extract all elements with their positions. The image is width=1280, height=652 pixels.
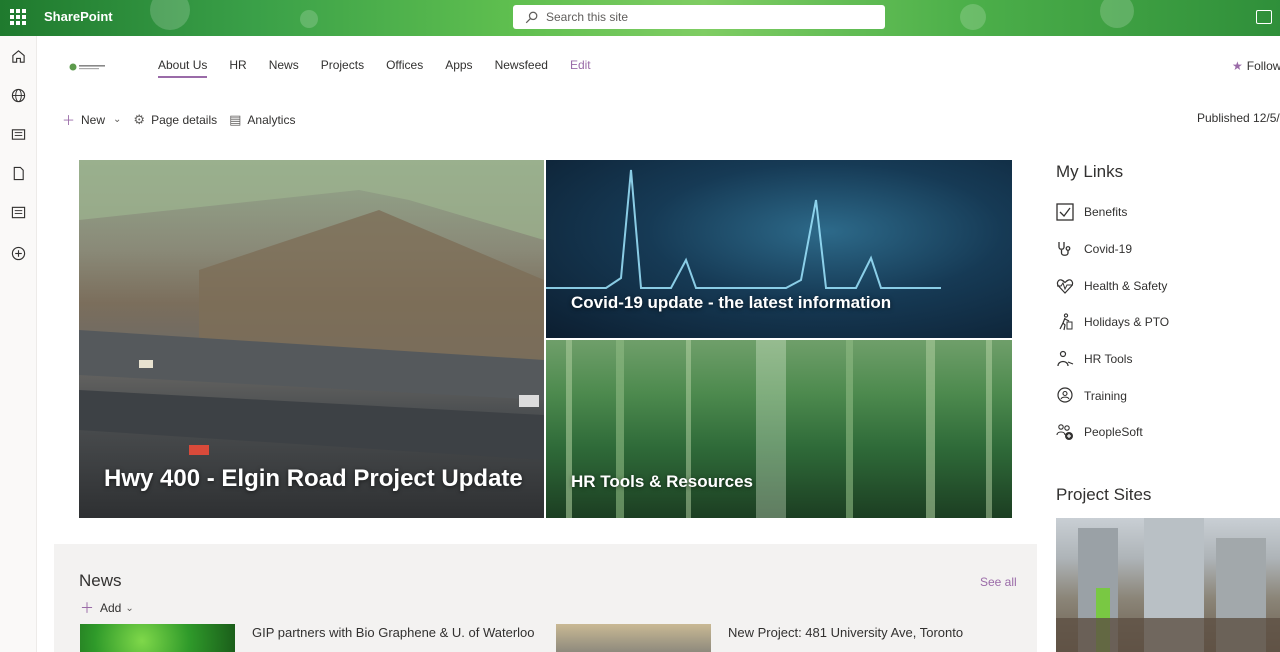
add-news-button[interactable]: ＋ Add ⌄ xyxy=(80,598,134,618)
link-label: Holidays & PTO xyxy=(1084,315,1170,329)
globe-icon[interactable] xyxy=(11,88,26,103)
news-title: News xyxy=(79,571,122,590)
link-label: Covid-19 xyxy=(1084,242,1133,256)
app-name[interactable]: SharePoint xyxy=(44,9,113,24)
news-icon[interactable] xyxy=(11,127,26,142)
project-sites-title: Project Sites xyxy=(1056,485,1152,504)
analytics-icon: ▤ xyxy=(229,111,242,127)
add-label: Add xyxy=(100,601,122,615)
new-label: New xyxy=(81,112,106,127)
chevron-down-icon: ⌄ xyxy=(113,114,122,125)
nav-item-apps[interactable]: Apps xyxy=(445,58,472,78)
chevron-down-icon: ⌄ xyxy=(125,602,134,614)
site-logo[interactable] xyxy=(68,61,108,73)
plus-icon: ＋ xyxy=(62,113,76,128)
link-health-safety[interactable]: Health & Safety xyxy=(1056,277,1167,295)
hero-covid-title: Covid-19 update - the latest information xyxy=(571,293,892,312)
nav-item-hr[interactable]: HR xyxy=(229,58,246,78)
decorative-bubble xyxy=(150,0,190,30)
home-icon[interactable] xyxy=(11,49,26,64)
decorative-bubble xyxy=(300,10,318,28)
search-icon xyxy=(525,11,538,23)
person-walking-icon xyxy=(1059,313,1073,331)
decorative-bubble xyxy=(960,4,986,30)
feedback-icon[interactable] xyxy=(1256,10,1272,24)
search-box[interactable]: Search this site xyxy=(513,5,885,29)
news-headline[interactable]: GIP partners with Bio Graphene & U. of W… xyxy=(252,625,535,640)
hero-tile-main[interactable]: Hwy 400 - Elgin Road Project Update xyxy=(79,160,544,518)
news-thumbnail[interactable] xyxy=(80,624,235,652)
hero-hr-title: HR Tools & Resources xyxy=(571,472,754,491)
link-covid[interactable]: Covid-19 xyxy=(1056,240,1132,258)
nav-item-newsfeed[interactable]: Newsfeed xyxy=(495,58,548,78)
app-launcher-icon[interactable] xyxy=(10,9,26,25)
search-placeholder: Search this site xyxy=(546,10,629,24)
nav-item-offices[interactable]: Offices xyxy=(386,58,423,78)
plus-icon: ＋ xyxy=(80,600,94,616)
my-links-title: My Links xyxy=(1056,162,1124,181)
document-icon[interactable] xyxy=(11,166,26,181)
link-label: HR Tools xyxy=(1084,352,1133,366)
page-details-button[interactable]: ⚙ Page details xyxy=(133,112,217,128)
decorative-bubble xyxy=(1100,0,1134,28)
news-headline[interactable]: New Project: 481 University Ave, Toronto xyxy=(728,625,963,640)
nav-item-projects[interactable]: Projects xyxy=(321,58,364,78)
person-pointing-icon xyxy=(1057,350,1074,367)
project-site-image[interactable] xyxy=(1056,518,1280,652)
follow-label: Followi xyxy=(1246,59,1280,73)
link-holidays-pto[interactable]: Holidays & PTO xyxy=(1056,313,1169,331)
list-icon[interactable] xyxy=(11,205,26,220)
published-date: Published 12/5/2 xyxy=(1197,111,1280,125)
hero-main-title: Hwy 400 - Elgin Road Project Update xyxy=(104,465,523,492)
chat-person-icon xyxy=(1057,387,1073,403)
analytics-label: Analytics xyxy=(247,112,296,127)
gear-icon: ⚙ xyxy=(133,111,146,127)
nav-item-news[interactable]: News xyxy=(269,58,299,78)
see-all-link[interactable]: See all xyxy=(980,575,1017,589)
hero-tile-covid[interactable]: Covid-19 update - the latest information xyxy=(546,160,1012,338)
hero-tile-hr[interactable]: HR Tools & Resources xyxy=(546,340,1012,518)
people-add-icon xyxy=(1056,424,1073,440)
link-peoplesoft[interactable]: PeopleSoft xyxy=(1056,423,1143,441)
news-thumbnail[interactable] xyxy=(556,624,711,652)
page-details-label: Page details xyxy=(151,112,218,127)
link-label: PeopleSoft xyxy=(1084,425,1143,439)
follow-button[interactable]: ★Followi xyxy=(1232,59,1280,73)
link-label: Health & Safety xyxy=(1084,279,1168,293)
heartbeat-icon xyxy=(1056,279,1074,294)
star-icon: ★ xyxy=(1232,59,1243,73)
stethoscope-icon xyxy=(1058,242,1071,256)
link-hr-tools[interactable]: HR Tools xyxy=(1056,350,1132,368)
command-bar: ＋ New ⌄ ⚙ Page details ▤ Analytics xyxy=(62,110,307,129)
create-icon[interactable] xyxy=(11,246,26,261)
left-app-rail xyxy=(0,36,37,652)
suite-bar: SharePoint Search this site xyxy=(0,0,1280,36)
link-benefits[interactable]: Benefits xyxy=(1056,203,1127,221)
new-button[interactable]: ＋ New ⌄ xyxy=(62,110,121,129)
checkbox-icon xyxy=(1056,203,1074,221)
site-navigation: About Us HR News Projects Offices Apps N… xyxy=(158,58,613,78)
nav-item-about-us[interactable]: About Us xyxy=(158,58,208,78)
analytics-button[interactable]: ▤ Analytics xyxy=(229,112,295,128)
hero-section: Hwy 400 - Elgin Road Project Update Covi… xyxy=(79,160,1012,518)
link-label: Training xyxy=(1084,389,1127,403)
project-site-photo xyxy=(1056,518,1280,652)
link-label: Benefits xyxy=(1084,205,1128,219)
nav-edit-link[interactable]: Edit xyxy=(570,58,591,78)
link-training[interactable]: Training xyxy=(1056,387,1127,405)
